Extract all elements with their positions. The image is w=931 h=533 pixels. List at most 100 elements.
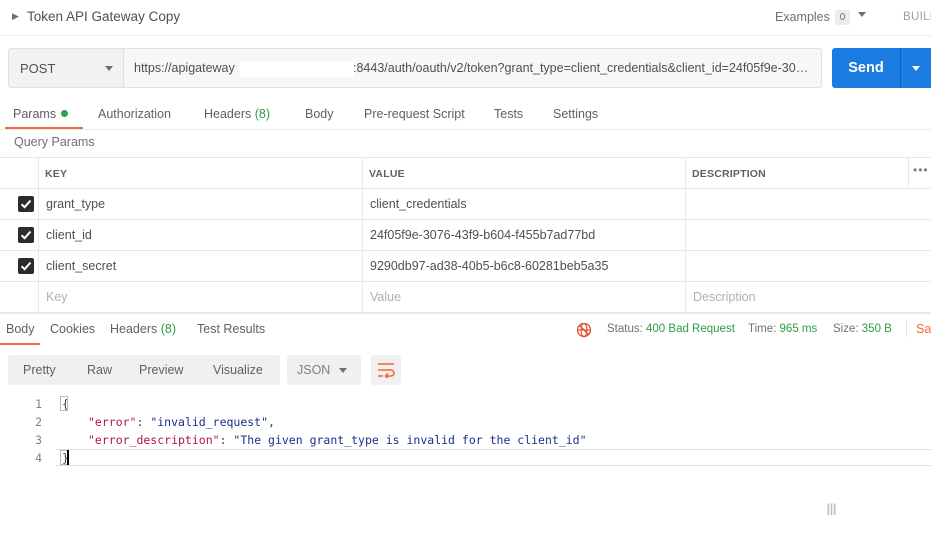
status-value[interactable]: 400 Bad Request	[646, 323, 735, 335]
tab-params[interactable]: Params	[13, 107, 69, 121]
table-row-new: Key Value Description	[0, 282, 931, 313]
format-label: JSON	[297, 363, 331, 377]
globe-icon[interactable]	[576, 322, 592, 338]
query-params-table: KEY VALUE DESCRIPTION ••• grant_type cli…	[0, 157, 931, 313]
tab-label: Body	[6, 322, 35, 336]
json-key: "error"	[88, 415, 137, 429]
checkbox-checked-icon[interactable]	[18, 196, 34, 212]
more-options-dots: •••	[913, 163, 929, 177]
tab-label: Settings	[553, 107, 599, 121]
json-key: "error_description"	[88, 433, 220, 447]
param-value-cell[interactable]: 24f05f9e-3076-43f9-b604-f455b7ad77bd	[362, 220, 686, 250]
tab-label: Headers	[204, 107, 252, 121]
column-header-description-label: DESCRIPTION	[692, 168, 766, 180]
request-header-bar: ▶ Token API Gateway Copy Examples 0 BUIL…	[0, 0, 931, 36]
line-number: 2	[35, 415, 42, 429]
line-number: 3	[35, 433, 42, 447]
view-visualize-button[interactable]: Visualize	[213, 363, 263, 377]
tab-settings[interactable]: Settings	[553, 107, 598, 121]
chevron-down-icon	[105, 66, 113, 71]
method-label: POST	[20, 61, 56, 76]
tab-label: Headers	[110, 322, 158, 336]
new-description-placeholder: Description	[693, 290, 756, 304]
send-options-button[interactable]	[900, 48, 931, 88]
tab-authorization[interactable]: Authorization	[98, 107, 171, 121]
tab-label: Pre-request Script	[364, 107, 465, 121]
request-title[interactable]: Token API Gateway Copy	[27, 9, 180, 24]
tab-label: Tests	[494, 107, 524, 121]
response-tab-headers[interactable]: Headers (8)	[110, 322, 176, 336]
size-label: Size:	[833, 323, 859, 335]
time-value[interactable]: 965 ms	[780, 323, 818, 335]
url-input[interactable]: https://apigateway :8443/auth/oauth/v2/t…	[123, 48, 822, 88]
new-value-input[interactable]: Value	[362, 282, 686, 312]
json-separator: :	[219, 433, 234, 447]
code-line: "error_description": "The given grant_ty…	[88, 433, 587, 447]
view-pretty-button[interactable]: Pretty	[23, 363, 56, 377]
response-time: Time: 965 ms	[748, 323, 817, 335]
size-value[interactable]: 350 B	[862, 323, 892, 335]
column-header-value-label: VALUE	[369, 168, 405, 180]
url-text-end: :8443/auth/oauth/v2/token?grant_type=cli…	[353, 61, 813, 75]
param-value: 24f05f9e-3076-43f9-b604-f455b7ad77bd	[370, 228, 596, 242]
json-separator: :	[136, 415, 151, 429]
active-tab-indicator	[0, 343, 40, 345]
divider	[906, 321, 907, 337]
more-options-icon[interactable]: •••	[908, 158, 931, 188]
response-tab-bar: Body Cookies Headers (8) Test Results St…	[0, 313, 931, 345]
param-description-cell[interactable]	[685, 251, 909, 281]
tab-body[interactable]: Body	[305, 107, 334, 121]
table-header-row: KEY VALUE DESCRIPTION •••	[0, 157, 931, 189]
new-description-input[interactable]: Description	[685, 282, 909, 312]
format-select[interactable]: JSON	[287, 355, 361, 385]
table-row: grant_type client_credentials	[0, 189, 931, 220]
tab-label: Cookies	[50, 322, 96, 336]
param-value: client_credentials	[370, 197, 467, 211]
checkbox-checked-icon[interactable]	[18, 258, 34, 274]
column-header-key-label: KEY	[45, 168, 68, 180]
param-key: grant_type	[46, 197, 106, 211]
param-description-cell[interactable]	[685, 189, 909, 219]
query-params-title: Query Params	[14, 135, 95, 149]
wrap-lines-button[interactable]	[371, 355, 401, 385]
text-cursor	[67, 450, 69, 465]
tab-label: Test Results	[197, 322, 266, 336]
param-key-cell[interactable]: grant_type	[38, 189, 363, 219]
tab-headers[interactable]: Headers (8)	[204, 107, 270, 121]
view-raw-button[interactable]: Raw	[87, 363, 112, 377]
bracket-match-highlight	[60, 396, 68, 411]
time-label: Time:	[748, 323, 777, 335]
view-mode-group: Pretty Raw Preview Visualize	[8, 355, 280, 385]
json-string-value: "invalid_request"	[150, 415, 269, 429]
checkbox-checked-icon[interactable]	[18, 227, 34, 243]
send-button[interactable]: Send	[832, 48, 900, 88]
tab-label: Params	[13, 107, 57, 121]
tab-pre-request-script[interactable]: Pre-request Script	[364, 107, 465, 121]
chevron-down-icon[interactable]	[858, 12, 866, 17]
param-description-cell[interactable]	[685, 220, 909, 250]
response-tab-body[interactable]: Body	[6, 322, 35, 336]
params-active-dot-icon	[61, 110, 69, 117]
json-string-value: "The given grant_type is invalid for the…	[233, 433, 587, 447]
build-mode-label[interactable]: BUILD	[903, 11, 931, 23]
caret-right-icon[interactable]: ▶	[12, 11, 19, 22]
response-tab-test-results[interactable]: Test Results	[197, 322, 265, 336]
param-value-cell[interactable]: 9290db97-ad38-40b5-b6c8-60281beb5a35	[362, 251, 686, 281]
view-preview-button[interactable]: Preview	[139, 363, 183, 377]
param-value-cell[interactable]: client_credentials	[362, 189, 686, 219]
param-key-cell[interactable]: client_id	[38, 220, 363, 250]
mouse-ibeam-cursor-icon: Ⅲ	[826, 500, 838, 519]
response-tab-cookies[interactable]: Cookies	[50, 322, 95, 336]
column-header-key: KEY	[38, 158, 363, 188]
wrap-lines-icon	[378, 363, 395, 378]
param-key: client_secret	[46, 259, 117, 273]
current-line-highlight	[56, 449, 931, 466]
save-response-button[interactable]: Save	[916, 322, 931, 336]
examples-dropdown-label[interactable]: Examples	[775, 10, 830, 24]
json-comma: ,	[268, 415, 275, 429]
new-key-input[interactable]: Key	[38, 282, 363, 312]
tab-tests[interactable]: Tests	[494, 107, 523, 121]
method-select[interactable]: POST	[8, 48, 124, 88]
url-text-start: https://apigateway	[134, 61, 235, 75]
param-key-cell[interactable]: client_secret	[38, 251, 363, 281]
